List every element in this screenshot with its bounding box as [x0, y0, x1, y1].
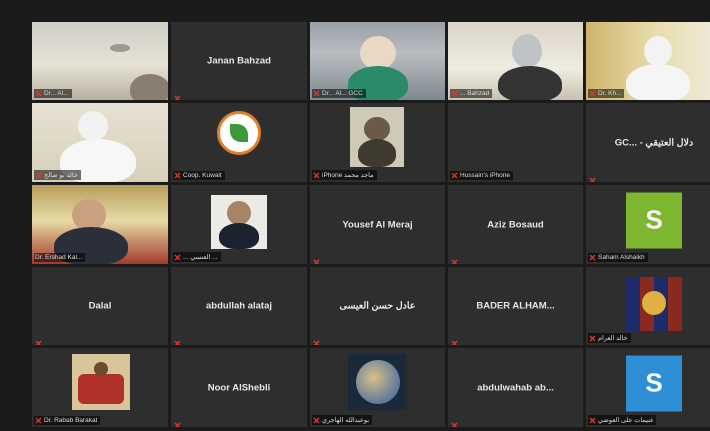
muted-mic-icon	[313, 334, 320, 345]
participant-tile[interactable]: S Saham Alshaikh	[586, 185, 710, 264]
muted-mic-icon	[174, 254, 181, 261]
muted-mic-icon	[313, 253, 320, 264]
participant-name-label: Dr... Al...	[34, 89, 72, 98]
participant-tile[interactable]: abdullah alataj	[171, 267, 307, 345]
participant-name: BADER ALHAM...	[476, 300, 555, 312]
participant-tile[interactable]: Dalal	[32, 267, 168, 345]
participant-tile[interactable]: عادل حسن العيسى	[310, 267, 445, 345]
participant-tile[interactable]: Janan Bahzad	[171, 22, 307, 100]
muted-mic-icon	[174, 89, 181, 100]
participant-name-label: ... Bahzad	[450, 89, 493, 98]
muted-mic-icon	[174, 416, 181, 427]
participant-tile[interactable]: Dr... Al... GCC	[310, 22, 445, 100]
participant-name-label: بوعبدالله الهاجري	[312, 415, 373, 425]
participant-name: abdullah alataj	[206, 300, 272, 312]
muted-mic-icon	[451, 90, 458, 97]
participant-tile[interactable]: Dr. Kh...	[586, 22, 710, 100]
participant-name-label: iPhone ماجد محمد	[312, 170, 377, 180]
muted-mic-icon	[174, 334, 181, 345]
muted-mic-icon	[589, 254, 596, 261]
participant-name: عادل حسن العيسى	[339, 300, 416, 312]
cooperative-logo-icon	[217, 111, 261, 156]
participant-name: Dalal	[88, 300, 112, 312]
participant-name: Noor AlShebli	[207, 382, 271, 393]
participant-grid: Dr... Al... Janan Bahzad Dr... Al... GCC	[32, 22, 710, 427]
participant-name-label: Coop. Kuwait	[173, 171, 225, 180]
participant-name-label: Hussain's iPhone	[450, 171, 514, 180]
muted-mic-icon	[589, 171, 596, 182]
participant-tile[interactable]: Yousef Al Meraj	[310, 185, 445, 264]
muted-mic-icon	[589, 90, 596, 97]
muted-mic-icon	[35, 90, 42, 97]
muted-mic-icon	[313, 90, 320, 97]
participant-tile[interactable]: GC... - دلال العتيقي	[586, 103, 710, 182]
participant-tile[interactable]: Dr... Al...	[32, 22, 168, 100]
muted-mic-icon	[35, 334, 42, 345]
muted-mic-icon	[589, 335, 596, 342]
participant-tile-active-speaker[interactable]: Dr. Ershad Kal...	[32, 185, 168, 264]
participant-tile[interactable]: Dr. Rabab Barakat	[32, 348, 168, 427]
participant-name: Janan Bahzad	[207, 55, 271, 67]
participant-tile[interactable]: خالد بو صالح	[32, 103, 168, 182]
participant-name-label: Dr. Kh...	[588, 89, 625, 98]
muted-mic-icon	[35, 172, 42, 179]
muted-mic-icon	[451, 253, 458, 264]
participant-name-label: Saham Alshaikh	[588, 253, 648, 262]
participant-name-label: Dr. Ershad Kal...	[34, 253, 86, 262]
participant-name-label: خالد العرام	[588, 333, 631, 343]
participant-photo	[348, 354, 406, 410]
muted-mic-icon	[451, 416, 458, 427]
participant-tile[interactable]: ... Bahzad	[448, 22, 583, 100]
participant-tile[interactable]: خالد العرام	[586, 267, 710, 345]
muted-mic-icon	[313, 172, 320, 179]
participant-tile[interactable]: S غنيمات على العوضي	[586, 348, 710, 427]
muted-mic-icon	[451, 334, 458, 345]
avatar-initial-icon: S	[626, 355, 682, 412]
participant-name: abdulwahab ab...	[477, 382, 554, 393]
avatar-initial-icon: S	[626, 192, 682, 249]
participant-name-label: Dr. Rabab Barakat	[34, 416, 101, 425]
participant-photo	[72, 354, 130, 410]
participant-name-label: خالد بو صالح	[34, 170, 81, 180]
muted-mic-icon	[589, 417, 596, 424]
participant-name: GC... - دلال العتيقي	[614, 137, 694, 148]
participant-tile[interactable]: Coop. Kuwait	[171, 103, 307, 182]
participant-name-label: Dr... Al... GCC	[312, 89, 366, 98]
participant-name: Yousef Al Meraj	[342, 219, 413, 230]
participant-name-label: ... العنسي ...	[173, 252, 221, 262]
participant-tile[interactable]: ... العنسي ...	[171, 185, 307, 264]
participant-video	[350, 107, 404, 167]
participant-tile[interactable]: iPhone ماجد محمد	[310, 103, 445, 182]
participant-name-label: غنيمات على العوضي	[588, 415, 657, 425]
muted-mic-icon	[35, 417, 42, 424]
zoom-gallery-window: Dr... Al... Janan Bahzad Dr... Al... GCC	[0, 0, 710, 431]
participant-tile[interactable]: abdulwahab ab...	[448, 348, 583, 427]
participant-name: Aziz Bosaud	[487, 219, 544, 230]
muted-mic-icon	[174, 172, 181, 179]
participant-tile[interactable]: BADER ALHAM...	[448, 267, 583, 345]
participant-tile[interactable]: Aziz Bosaud	[448, 185, 583, 264]
muted-mic-icon	[451, 172, 458, 179]
participant-tile[interactable]: Hussain's iPhone	[448, 103, 583, 182]
participant-tile[interactable]: بوعبدالله الهاجري	[310, 348, 445, 427]
muted-mic-icon	[313, 417, 320, 424]
participant-tile[interactable]: Noor AlShebli	[171, 348, 307, 427]
participant-photo	[626, 277, 682, 331]
participant-photo	[211, 195, 267, 249]
